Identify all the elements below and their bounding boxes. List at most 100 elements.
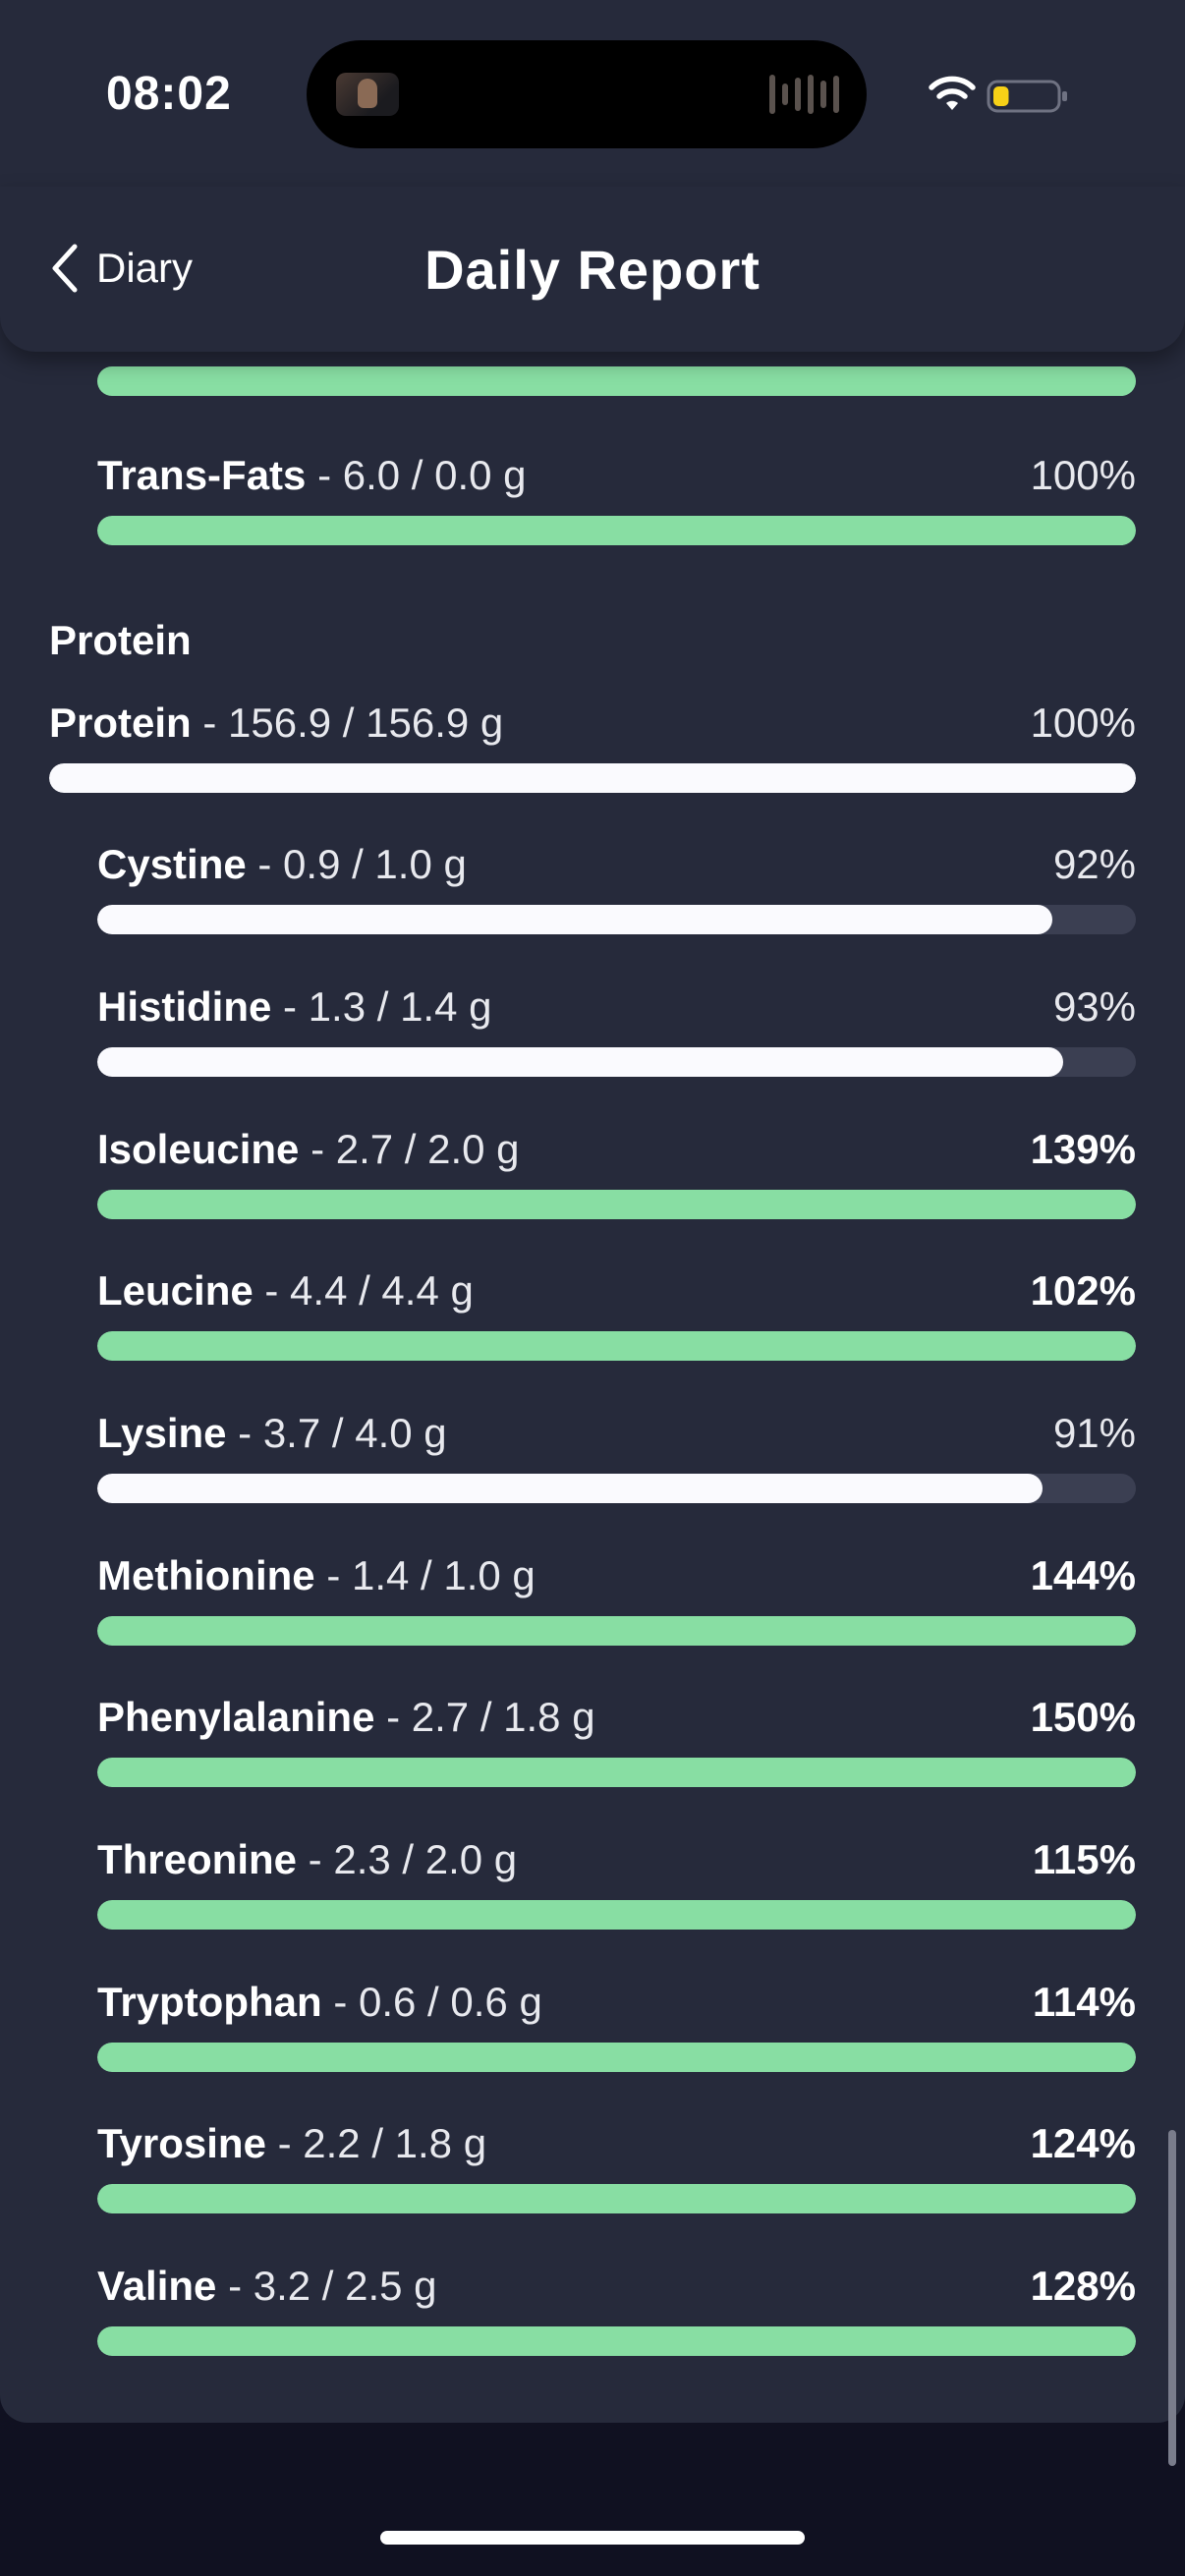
progress-fill [97,516,1136,545]
report-content[interactable]: Trans-Fats - 6.0 / 0.0 g 100% Protein Pr… [0,352,1185,2423]
nutrient-label: Protein - 156.9 / 156.9 g [49,698,503,749]
nutrient-row-leucine: Leucine - 4.4 / 4.4 g 102% [97,1265,1136,1361]
nutrient-amount: - 6.0 / 0.0 g [306,452,527,498]
nutrient-amount: - 0.9 / 1.0 g [246,841,467,887]
nutrient-amount: - 4.4 / 4.4 g [253,1267,474,1314]
battery-icon [987,80,1067,113]
nutrient-name: Isoleucine [97,1126,300,1172]
progress-track [97,2043,1136,2072]
nutrient-row-isoleucine: Isoleucine - 2.7 / 2.0 g 139% [97,1124,1136,1219]
nutrient-percent: 102% [1030,1267,1136,1314]
nutrient-label: Lysine - 3.7 / 4.0 g [97,1408,447,1459]
nutrient-row-lysine: Lysine - 3.7 / 4.0 g 91% [97,1408,1136,1503]
status-bar: 08:02 [0,0,1185,187]
progress-track [97,1474,1136,1503]
screen: 08:02 Diary Daily Report Trans-Fats - 6.… [0,0,1185,2576]
nutrient-amount: - 3.7 / 4.0 g [226,1410,447,1456]
progress-fill [97,2043,1136,2072]
nutrient-name: Trans-Fats [97,452,307,498]
nutrient-percent: 92% [1052,841,1136,887]
progress-track [97,1616,1136,1646]
progress-fill [49,763,1136,793]
progress-fill [97,1190,1136,1219]
progress-fill [97,1474,1043,1503]
progress-track [97,2184,1136,2213]
nutrient-percent: 115% [1032,1836,1136,1882]
nutrient-percent: 139% [1030,1126,1136,1172]
progress-track [97,1190,1136,1219]
progress-fill [97,905,1053,934]
dynamic-island[interactable] [307,40,867,148]
nutrient-amount: - 1.3 / 1.4 g [271,983,492,1030]
progress-fill [97,2326,1136,2356]
progress-track [97,1331,1136,1361]
nutrient-label: Leucine - 4.4 / 4.4 g [97,1265,474,1316]
nutrient-label: Valine - 3.2 / 2.5 g [97,2261,437,2312]
nutrient-row-tryptophan: Tryptophan - 0.6 / 0.6 g 114% [97,1977,1136,2072]
section-title-protein: Protein [49,617,192,663]
progress-track [97,905,1136,934]
nutrient-name: Threonine [97,1836,298,1882]
nutrient-percent: 100% [1030,452,1136,498]
nutrient-row-trans-fats: Trans-Fats - 6.0 / 0.0 g 100% [97,450,1136,545]
nutrient-row-threonine: Threonine - 2.3 / 2.0 g 115% [97,1834,1136,1930]
nutrient-amount: - 0.6 / 0.6 g [321,1979,542,2025]
nutrient-name: Cystine [97,841,247,887]
nutrient-label: Cystine - 0.9 / 1.0 g [97,839,467,890]
progress-track [49,763,1136,793]
progress-track [97,1758,1136,1787]
audio-waveform-icon [769,74,839,115]
wifi-icon [929,76,976,110]
nutrient-row-histidine: Histidine - 1.3 / 1.4 g 93% [97,981,1136,1077]
progress-fill [97,1758,1136,1787]
progress-fill [97,1331,1136,1361]
nutrient-label: Methionine - 1.4 / 1.0 g [97,1550,536,1601]
nutrient-amount: - 2.2 / 1.8 g [265,2120,487,2166]
page-title: Daily Report [424,239,761,301]
progress-fill [97,1047,1063,1077]
nutrient-amount: - 156.9 / 156.9 g [191,700,504,746]
nutrient-amount: - 2.3 / 2.0 g [297,1836,518,1882]
progress-track [97,516,1136,545]
progress-track [97,1047,1136,1077]
nutrient-label: Phenylalanine - 2.7 / 1.8 g [97,1692,595,1743]
nutrient-amount: - 1.4 / 1.0 g [314,1552,536,1598]
nutrient-label: Histidine - 1.3 / 1.4 g [97,981,492,1033]
nutrient-amount: - 3.2 / 2.5 g [216,2263,437,2309]
nutrient-percent: 91% [1052,1410,1136,1456]
progress-fill [97,1900,1136,1930]
nutrient-name: Valine [97,2263,217,2309]
nutrient-name: Leucine [97,1267,254,1314]
partial-progress-bar [97,366,1136,396]
nutrient-amount: - 2.7 / 1.8 g [374,1694,595,1740]
nutrient-name: Tyrosine [97,2120,266,2166]
nutrient-label: Threonine - 2.3 / 2.0 g [97,1834,517,1885]
nutrient-label: Tyrosine - 2.2 / 1.8 g [97,2118,486,2169]
status-time: 08:02 [106,68,232,120]
nutrient-row-cystine: Cystine - 0.9 / 1.0 g 92% [97,839,1136,934]
nutrient-row-methionine: Methionine - 1.4 / 1.0 g 144% [97,1550,1136,1646]
nav-header: Diary Daily Report [0,187,1185,352]
nutrient-row-valine: Valine - 3.2 / 2.5 g 128% [97,2261,1136,2356]
home-indicator[interactable] [380,2531,805,2545]
progress-track [97,2326,1136,2356]
progress-track [97,1900,1136,1930]
nutrient-name: Histidine [97,983,272,1030]
nutrient-percent: 93% [1052,983,1136,1030]
nutrient-percent: 150% [1030,1694,1136,1740]
nutrient-label: Isoleucine - 2.7 / 2.0 g [97,1124,520,1175]
nutrient-name: Protein [49,700,192,746]
progress-fill [97,1616,1136,1646]
nutrient-percent: 114% [1032,1979,1136,2025]
nutrient-percent: 128% [1030,2263,1136,2309]
nutrient-percent: 144% [1030,1552,1136,1598]
progress-fill [97,2184,1136,2213]
now-playing-artwork [336,73,399,116]
nutrient-percent: 124% [1030,2120,1136,2166]
nutrient-label: Trans-Fats - 6.0 / 0.0 g [97,450,527,501]
nutrient-row-tyrosine: Tyrosine - 2.2 / 1.8 g 124% [97,2118,1136,2213]
nutrient-name: Tryptophan [97,1979,322,2025]
nutrient-label: Tryptophan - 0.6 / 0.6 g [97,1977,542,2028]
scrollbar[interactable] [1168,2130,1176,2466]
nutrient-amount: - 2.7 / 2.0 g [299,1126,520,1172]
